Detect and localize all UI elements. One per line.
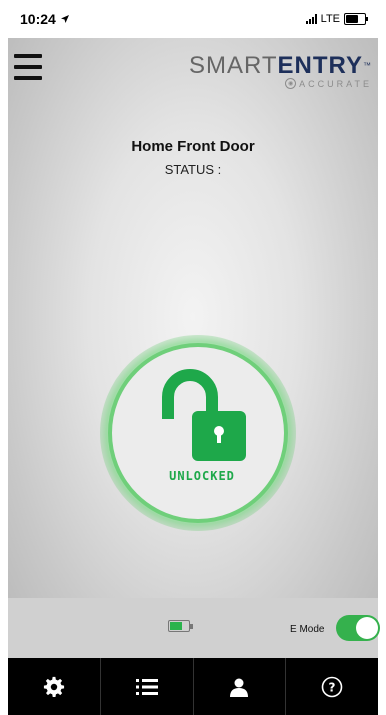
tab-settings[interactable] — [8, 658, 101, 715]
network-label: LTE — [320, 13, 340, 25]
brand-logo: SMARTENTRY™ ◉ ACCURATE — [189, 54, 372, 89]
status-bar: 10:24 LTE — [8, 0, 378, 38]
unlocked-padlock-icon — [162, 369, 246, 461]
hamburger-menu-icon[interactable] — [14, 54, 42, 80]
tab-list[interactable] — [101, 658, 194, 715]
emode-toggle[interactable] — [336, 615, 380, 641]
lock-button[interactable]: UNLOCKED — [108, 343, 288, 523]
help-icon: ? — [321, 676, 343, 697]
device-battery-icon — [168, 620, 193, 632]
status-label: STATUS : — [164, 162, 222, 177]
list-icon — [135, 678, 158, 695]
brand-name-light: SMART — [188, 52, 278, 79]
brand-name-bold: ENTRY — [277, 52, 363, 79]
controls-strip: E Mode — [8, 598, 380, 658]
svg-text:?: ? — [329, 680, 336, 694]
signal-icon — [305, 14, 317, 24]
app-main: SMARTENTRY™ ◉ ACCURATE Home Front Door S… — [8, 38, 380, 658]
phone-screen: 10:24 LTE SMARTENTRY™ ◉ ACCURATE Home Fr… — [0, 0, 386, 715]
tab-account[interactable] — [194, 658, 287, 715]
gear-icon — [43, 676, 64, 697]
lock-state-label: UNLOCKED — [169, 469, 235, 483]
location-arrow-icon — [60, 15, 69, 23]
status-time: 10:24 — [8, 11, 70, 27]
brand-sub: ACCURATE — [299, 78, 372, 89]
brand-tm: ™ — [363, 61, 372, 70]
status-indicators: LTE — [305, 13, 378, 25]
tab-bar: ? — [8, 658, 378, 715]
accurate-logo-icon: ◉ — [285, 78, 297, 89]
lock-control: UNLOCKED — [100, 335, 296, 531]
tab-help[interactable]: ? — [286, 658, 378, 715]
user-icon — [230, 678, 249, 697]
battery-icon — [344, 13, 368, 25]
door-title: Home Front Door — [131, 138, 255, 155]
emode-label: E Mode — [290, 624, 325, 635]
clock: 10:24 — [20, 11, 56, 27]
